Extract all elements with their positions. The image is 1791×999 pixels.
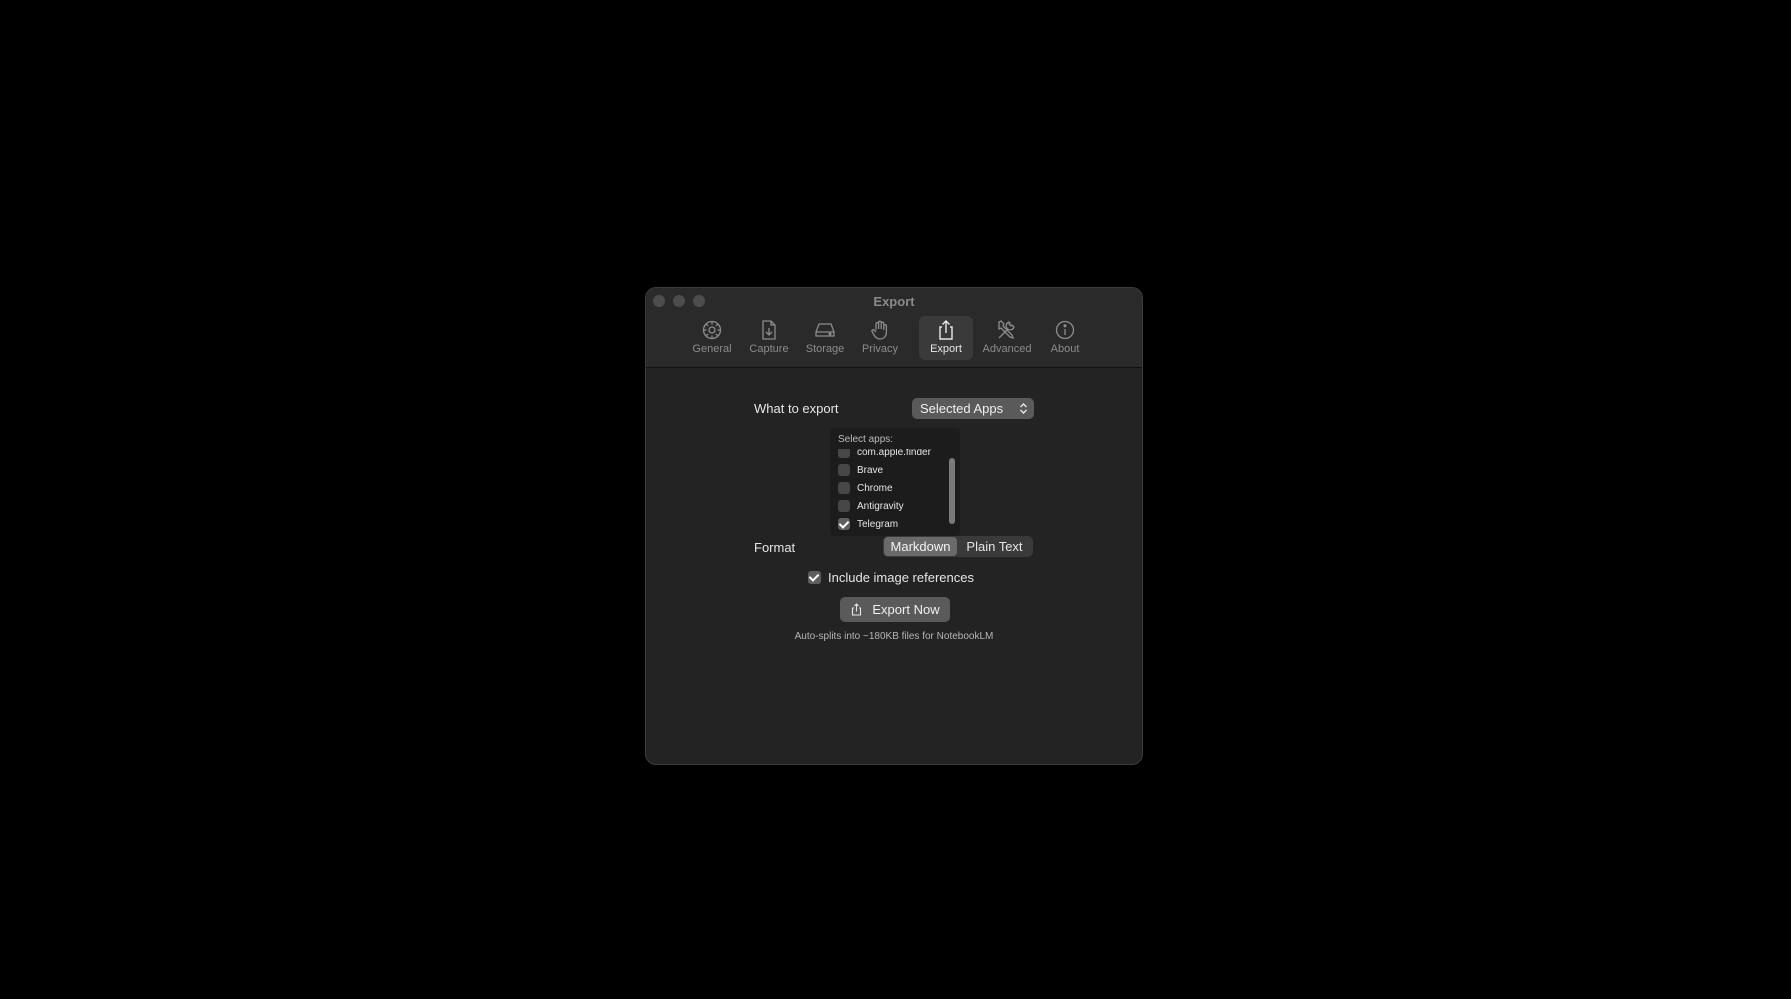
tab-about-label: About xyxy=(1050,343,1080,355)
tab-privacy[interactable]: Privacy xyxy=(857,316,903,360)
tab-capture-label: Capture xyxy=(749,343,789,355)
what-to-export-popup[interactable]: Selected Apps xyxy=(912,398,1034,419)
window-title: Export xyxy=(873,294,915,309)
app-checkbox[interactable] xyxy=(838,482,850,494)
tab-general[interactable]: General xyxy=(689,316,735,360)
app-name: Chrome xyxy=(857,482,893,494)
share-icon xyxy=(939,320,953,340)
tab-about[interactable]: About xyxy=(1042,316,1088,360)
export-now-label: Export Now xyxy=(872,602,940,617)
select-apps-label: Select apps: xyxy=(838,434,894,445)
what-to-export-value: Selected Apps xyxy=(920,401,1004,416)
info-icon xyxy=(1055,320,1075,340)
tab-privacy-label: Privacy xyxy=(861,343,899,355)
share-icon xyxy=(852,603,862,616)
format-option-markdown[interactable]: Markdown xyxy=(884,537,957,556)
export-settings-pane: What to export Selected Apps Select apps… xyxy=(646,368,1142,764)
apps-scrollbar-thumb[interactable] xyxy=(949,458,955,524)
what-to-export-label: What to export xyxy=(754,401,839,416)
apps-scroll-area[interactable]: com.apple.finder Brave Chrome Antigravit… xyxy=(838,449,942,531)
export-now-button[interactable]: Export Now xyxy=(840,597,950,622)
tab-storage[interactable]: Storage xyxy=(801,316,849,360)
format-segmented-control: Markdown Plain Text xyxy=(883,536,1033,557)
include-image-references-row[interactable]: Include image references xyxy=(808,570,974,585)
app-item-chrome[interactable]: Chrome xyxy=(838,480,893,496)
format-option-plain-text[interactable]: Plain Text xyxy=(957,537,1032,556)
tab-capture[interactable]: Capture xyxy=(745,316,793,360)
include-image-references-label: Include image references xyxy=(828,570,974,585)
export-note: Auto-splits into ~180KB files for Notebo… xyxy=(794,631,994,642)
app-name: Brave xyxy=(857,464,884,476)
include-image-references-checkbox[interactable] xyxy=(808,571,821,584)
preferences-window: Export General Capture Storage Privacy E… xyxy=(645,287,1143,765)
app-checkbox-checked[interactable] xyxy=(838,518,850,530)
select-apps-list: Select apps: com.apple.finder Brave Chro… xyxy=(830,428,960,536)
app-item-finder[interactable]: com.apple.finder xyxy=(838,449,931,460)
title-bar: Export General Capture Storage Privacy E… xyxy=(646,288,1142,368)
app-name: Antigravity xyxy=(857,500,904,512)
chevron-up-down-icon xyxy=(1020,403,1027,414)
tab-export-label: Export xyxy=(930,343,962,355)
app-item-telegram[interactable]: Telegram xyxy=(838,516,898,531)
apps-scrollbar[interactable] xyxy=(947,450,957,532)
preferences-toolbar: General Capture Storage Privacy Export A… xyxy=(646,314,1142,362)
app-checkbox[interactable] xyxy=(838,449,850,458)
tab-export[interactable]: Export xyxy=(919,316,973,360)
app-item-brave[interactable]: Brave xyxy=(838,462,883,478)
tools-icon xyxy=(998,320,1015,340)
app-name: com.apple.finder xyxy=(857,449,931,458)
tab-storage-label: Storage xyxy=(805,343,845,355)
app-checkbox[interactable] xyxy=(838,500,850,512)
drive-icon xyxy=(815,323,835,337)
tab-advanced-label: Advanced xyxy=(982,343,1032,355)
app-name: Telegram xyxy=(857,518,899,530)
tab-advanced[interactable]: Advanced xyxy=(978,316,1036,360)
app-item-antigravity[interactable]: Antigravity xyxy=(838,498,904,514)
document-download-icon xyxy=(762,320,776,340)
tab-general-label: General xyxy=(692,343,732,355)
hand-icon xyxy=(871,320,888,340)
format-label: Format xyxy=(754,540,796,555)
app-checkbox[interactable] xyxy=(838,464,850,476)
gear-icon xyxy=(702,320,722,340)
